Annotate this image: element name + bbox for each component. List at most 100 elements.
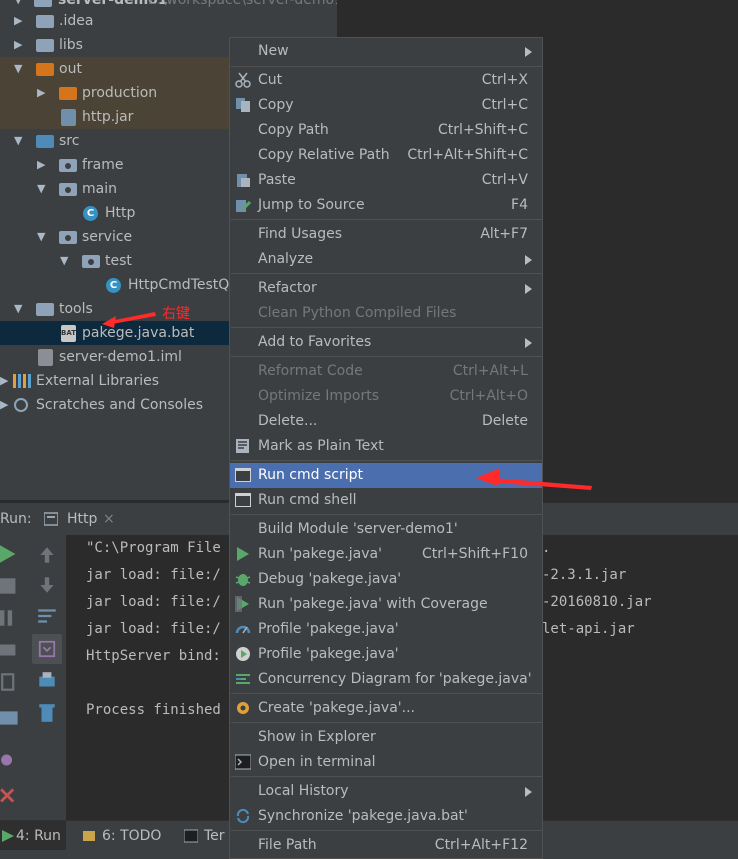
paste-icon: [237, 174, 250, 187]
run-tab-http[interactable]: Http: [67, 511, 97, 527]
close-icon[interactable]: ×: [103, 511, 115, 527]
folder-icon: [36, 63, 54, 76]
trash-icon[interactable]: [36, 702, 58, 724]
menu-item-profile-2[interactable]: Profile 'pakege.java': [230, 642, 542, 667]
scroll-to-end-button[interactable]: [32, 634, 62, 664]
tree-item-label: Scratches and Consoles: [36, 397, 203, 413]
menu-item-label: Debug 'pakege.java': [258, 571, 402, 587]
chevron-down-icon[interactable]: ▼: [60, 249, 72, 273]
chevron-down-icon[interactable]: ▼: [14, 57, 26, 81]
menu-item-copy-path[interactable]: Copy Path Ctrl+Shift+C: [230, 118, 542, 143]
layout-icon[interactable]: [0, 707, 22, 729]
tab-todo-label: 6: TODO: [102, 828, 162, 844]
tree-item-label: server-demo1.iml: [59, 349, 182, 365]
tab-run-label: 4: Run: [16, 828, 61, 844]
tree-item-label: service: [82, 229, 133, 245]
soft-wrap-icon[interactable]: [36, 605, 58, 627]
menu-item-label: Jump to Source: [258, 197, 365, 213]
menu-item-optimize-imports[interactable]: Optimize Imports Ctrl+Alt+O: [230, 384, 542, 409]
menu-item-paste[interactable]: Paste Ctrl+V: [230, 168, 542, 193]
menu-item-show-in-explorer[interactable]: Show in Explorer: [230, 725, 542, 750]
run-tools: [20, 535, 67, 820]
menu-item-label: Run 'pakege.java': [258, 546, 382, 562]
chevron-down-icon[interactable]: ▼: [14, 297, 26, 321]
menu-item-label: Paste: [258, 172, 296, 188]
menu-item-jump-to-source[interactable]: Jump to Source F4: [230, 193, 542, 218]
tree-item-label: main: [82, 181, 117, 197]
chevron-right-icon[interactable]: ▶: [37, 153, 49, 177]
tree-item-label: production: [82, 85, 158, 101]
menu-item-profile-1[interactable]: Profile 'pakege.java': [230, 617, 542, 642]
menu-item-label: Profile 'pakege.java': [258, 621, 399, 637]
menu-item-label: Build Module 'server-demo1': [258, 521, 458, 537]
menu-item-label: Run 'pakege.java' with Coverage: [258, 596, 488, 612]
tree-item-idea[interactable]: ▶ .idea: [0, 9, 337, 33]
menu-item-label: Concurrency Diagram for 'pakege.java': [258, 671, 532, 687]
menu-item-run[interactable]: Run 'pakege.java' Ctrl+Shift+F10: [230, 542, 542, 567]
menu-item-cut[interactable]: Cut Ctrl+X: [230, 68, 542, 93]
plain-text-icon: [236, 439, 249, 453]
tree-item-label: External Libraries: [36, 373, 159, 389]
chevron-right-icon[interactable]: ▶: [14, 9, 26, 33]
submenu-arrow-icon: [525, 338, 532, 348]
submenu-arrow-icon: [525, 47, 532, 57]
tree-item-label: .idea: [59, 13, 94, 29]
tree-item-label: test: [105, 253, 132, 269]
menu-item-build-module[interactable]: Build Module 'server-demo1': [230, 517, 542, 542]
package-icon: [59, 231, 77, 244]
menu-item-label: Synchronize 'pakege.java.bat': [258, 808, 468, 824]
exit-icon[interactable]: [0, 671, 22, 693]
chevron-down-icon[interactable]: ▼: [37, 177, 49, 201]
chevron-right-icon[interactable]: ▶: [14, 33, 26, 57]
pause-icon[interactable]: [0, 607, 22, 629]
menu-item-open-in-terminal[interactable]: Open in terminal: [230, 750, 542, 775]
menu-item-copy[interactable]: Copy Ctrl+C: [230, 93, 542, 118]
chevron-right-icon[interactable]: ▶: [37, 81, 49, 105]
menu-item-label: Copy Relative Path: [258, 147, 390, 163]
package-icon: [59, 159, 77, 172]
pin-icon[interactable]: [0, 749, 22, 771]
menu-item-synchronize[interactable]: Synchronize 'pakege.java.bat': [230, 804, 542, 829]
menu-item-find-usages[interactable]: Find Usages Alt+F7: [230, 222, 542, 247]
menu-item-mark-plain-text[interactable]: Mark as Plain Text: [230, 434, 542, 459]
menu-item-label: File Path: [258, 837, 317, 853]
menu-item-refactor[interactable]: Refactor: [230, 276, 542, 301]
menu-item-label: Refactor: [258, 280, 317, 296]
down-arrow-icon[interactable]: [36, 574, 58, 596]
tab-todo[interactable]: 6: TODO: [82, 821, 172, 851]
menu-item-file-path[interactable]: File Path Ctrl+Alt+F12: [230, 833, 542, 858]
menu-item-create-config[interactable]: Create 'pakege.java'...: [230, 696, 542, 721]
menu-item-analyze[interactable]: Analyze: [230, 247, 542, 272]
chevron-right-icon[interactable]: ▶: [0, 369, 12, 393]
chevron-down-icon[interactable]: ▼: [37, 225, 49, 249]
print-icon[interactable]: [36, 670, 58, 692]
close-run-icon[interactable]: [0, 785, 22, 807]
up-arrow-icon[interactable]: [36, 544, 58, 566]
menu-item-local-history[interactable]: Local History: [230, 779, 542, 804]
menu-item-run-with-coverage[interactable]: Run 'pakege.java' with Coverage: [230, 592, 542, 617]
stop-icon[interactable]: [0, 575, 22, 597]
menu-item-copy-relative-path[interactable]: Copy Relative Path Ctrl+Alt+Shift+C: [230, 143, 542, 168]
chevron-down-icon[interactable]: ▼: [14, 129, 26, 153]
sync-icon: [236, 808, 250, 824]
menu-shortcut: Alt+F7: [480, 226, 528, 242]
menu-item-delete[interactable]: Delete... Delete: [230, 409, 542, 434]
chevron-right-icon[interactable]: ▶: [0, 393, 12, 417]
menu-item-label: Show in Explorer: [258, 729, 376, 745]
menu-separator: [231, 693, 543, 694]
tree-item-label: http.jar: [82, 109, 134, 125]
class-icon: C: [106, 278, 121, 293]
menu-shortcut: Ctrl+Shift+F10: [421, 546, 528, 562]
rerun-icon[interactable]: [0, 543, 22, 565]
menu-item-label: Run cmd shell: [258, 492, 357, 508]
cmd-icon: [235, 493, 251, 507]
menu-item-clean-python[interactable]: Clean Python Compiled Files: [230, 301, 542, 326]
menu-item-concurrency-diagram[interactable]: Concurrency Diagram for 'pakege.java': [230, 667, 542, 692]
tab-terminal[interactable]: Ter: [184, 821, 234, 851]
menu-item-add-to-favorites[interactable]: Add to Favorites: [230, 330, 542, 355]
camera-icon[interactable]: [0, 639, 22, 661]
menu-item-reformat-code[interactable]: Reformat Code Ctrl+Alt+L: [230, 359, 542, 384]
menu-item-new[interactable]: New: [230, 39, 542, 64]
tab-run[interactable]: 4: Run: [0, 821, 66, 851]
menu-item-debug[interactable]: Debug 'pakege.java': [230, 567, 542, 592]
